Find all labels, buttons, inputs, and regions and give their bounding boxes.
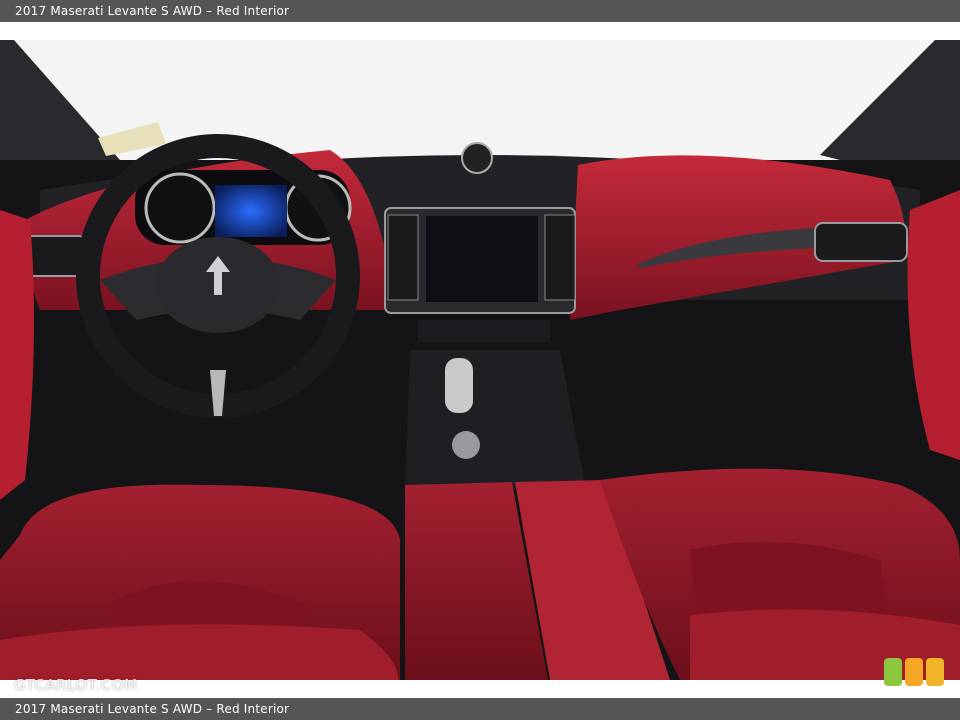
badge-square-orange [905,658,923,686]
center-console [405,350,585,495]
driver-seat-bolster [0,624,399,680]
caption-bar-bottom: 2017 Maserati Levante S AWD – Red Interi… [0,698,960,720]
badge-square-yellow [926,658,944,686]
cluster-display [215,185,287,237]
left-vent [24,235,86,277]
interior-photo [0,40,960,680]
badge-square-green [884,658,902,686]
speedometer [144,172,216,244]
interior-photo-svg [0,40,960,680]
center-vent-right [544,214,576,301]
dash-clock [461,142,493,174]
right-vent [814,222,908,262]
infotainment-screen [426,216,538,302]
center-vent-left [387,214,419,301]
caption-title: 2017 Maserati Levante S AWD – Red Interi… [15,4,290,18]
gear-selector [445,358,473,413]
climate-controls [418,320,550,342]
site-logo-badge [884,658,946,688]
watermark-text: GTCARLOT.COM [14,676,138,694]
caption-bar-top: 2017 Maserati Levante S AWD – Red Interi… [0,0,960,22]
control-knob [452,431,480,459]
caption-subtitle: 2017 Maserati Levante S AWD – Red Interi… [15,702,290,716]
